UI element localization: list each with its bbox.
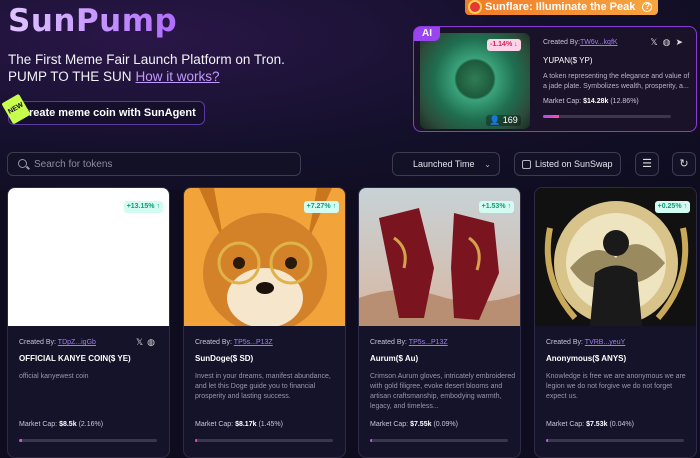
refresh-icon: ↻ xyxy=(679,158,689,170)
token-description: Invest in your dreams, manifest abundanc… xyxy=(195,373,331,400)
hero-line-1: The First Meme Fair Launch Platform on T… xyxy=(8,52,285,67)
create-meme-coin-label: Create meme coin with SunAgent xyxy=(21,107,196,119)
search-field[interactable] xyxy=(7,152,301,176)
event-banner[interactable]: Sunflare: Illuminate the Peak ? xyxy=(465,0,659,15)
token-name: SunDoge($ SD) xyxy=(195,354,254,363)
checkbox-icon[interactable] xyxy=(522,160,531,169)
market-cap: Market Cap: $8.17k (1.45%) xyxy=(195,421,283,428)
sort-order-button[interactable]: ☰ xyxy=(635,152,659,176)
telegram-icon: ➤ xyxy=(675,37,688,47)
ai-badge: AI xyxy=(414,27,440,41)
token-card[interactable]: +1.53% ↑ Created By: TP5s...P13Z Aurum($… xyxy=(358,187,521,458)
created-by: Created By: TVRB...yeuY xyxy=(546,339,626,346)
creator-link[interactable]: TP5s...P13Z xyxy=(234,339,273,346)
sunpump-logo[interactable]: SunPump xyxy=(8,3,177,39)
created-by: Created By:TW6v...kqfK xyxy=(543,39,618,46)
social-links[interactable]: 𝕏◍➤ xyxy=(650,37,688,48)
listed-on-sunswap-label: Listed on SunSwap xyxy=(535,159,613,169)
creator-link[interactable]: TDpZ...igGb xyxy=(58,339,96,346)
sort-dropdown[interactable]: Launched Time ⌄ xyxy=(392,152,500,176)
price-change-badge: +13.15% ↑ xyxy=(123,201,163,213)
creator-link[interactable]: TP5s...P13Z xyxy=(409,339,448,346)
listed-on-sunswap-filter[interactable]: Listed on SunSwap xyxy=(514,152,621,176)
price-change-badge: +7.27% ↑ xyxy=(303,201,339,213)
token-card[interactable]: +7.27% ↑ Created By: TP5s...P13Z SunDoge… xyxy=(183,187,346,458)
help-icon[interactable]: ? xyxy=(642,2,653,12)
social-links[interactable]: 𝕏◍ xyxy=(136,337,159,348)
search-icon xyxy=(18,159,27,168)
globe-icon: ◍ xyxy=(662,37,676,47)
market-cap: Market Cap: $7.53k (0.04%) xyxy=(546,421,634,428)
created-by: Created By: TP5s...P13Z xyxy=(195,339,273,346)
bonding-progress-bar xyxy=(19,439,157,442)
chevron-down-icon: ⌄ xyxy=(484,160,491,169)
hero-line-2: PUMP TO THE SUN xyxy=(8,69,132,84)
medal-icon xyxy=(468,0,482,14)
x-icon: 𝕏 xyxy=(650,37,663,47)
price-change-badge: +0.25% ↑ xyxy=(654,201,690,213)
featured-token-card[interactable]: AI -1.14% ↓ 👤 169 Created By:TW6v...kqfK… xyxy=(413,26,697,132)
create-meme-coin-button[interactable]: NEW Create meme coin with SunAgent xyxy=(1,93,205,125)
bonding-progress-bar xyxy=(543,115,671,118)
market-cap: Market Cap: $8.5k (2.16%) xyxy=(19,421,104,428)
token-name: OFFICIAL KANYE COIN($ YE) xyxy=(19,354,131,363)
token-name: Anonymous($ ANYS) xyxy=(546,354,627,363)
token-card[interactable]: +0.25% ↑ Created By: TVRB...yeuY Anonymo… xyxy=(534,187,697,458)
event-banner-text: Sunflare: Illuminate the Peak xyxy=(485,1,636,13)
sort-order-icon: ☰ xyxy=(642,158,652,170)
how-it-works-link[interactable]: How it works? xyxy=(136,69,220,84)
created-by: Created By: TP5s...P13Z xyxy=(370,339,448,346)
price-change-badge: +1.53% ↑ xyxy=(478,201,514,213)
sort-value: Launched Time xyxy=(413,159,475,169)
token-name: YUPAN($ YP) xyxy=(543,56,593,65)
token-description: Crimson Aurum gloves, intricately embroi… xyxy=(370,373,516,410)
price-change-badge: -1.14% ↓ xyxy=(487,39,521,51)
token-description: official kanyewest coin xyxy=(19,373,89,380)
search-input[interactable] xyxy=(34,153,294,175)
market-cap: Market Cap: $7.55k (0.09%) xyxy=(370,421,458,428)
globe-icon: ◍ xyxy=(147,337,159,347)
holders-count: 👤 169 xyxy=(486,115,521,126)
created-by: Created By: TDpZ...igGb xyxy=(19,339,96,346)
market-cap: Market Cap: $14.28k (12.86%) xyxy=(543,98,639,105)
creator-link[interactable]: TW6v...kqfK xyxy=(580,39,618,46)
token-description: Knowledge is free we are anonymous we ar… xyxy=(546,373,686,400)
token-description: A token representing the elegance and va… xyxy=(543,73,690,90)
hero-headline: The First Meme Fair Launch Platform on T… xyxy=(8,51,285,85)
refresh-button[interactable]: ↻ xyxy=(672,152,696,176)
bonding-progress-bar xyxy=(546,439,684,442)
token-card[interactable]: +13.15% ↑ Created By: TDpZ...igGb 𝕏◍ OFF… xyxy=(7,187,170,458)
creator-link[interactable]: TVRB...yeuY xyxy=(585,339,625,346)
x-icon: 𝕏 xyxy=(135,337,148,347)
bonding-progress-bar xyxy=(195,439,333,442)
token-name: Aurum($ Au) xyxy=(370,354,419,363)
bonding-progress-bar xyxy=(370,439,508,442)
